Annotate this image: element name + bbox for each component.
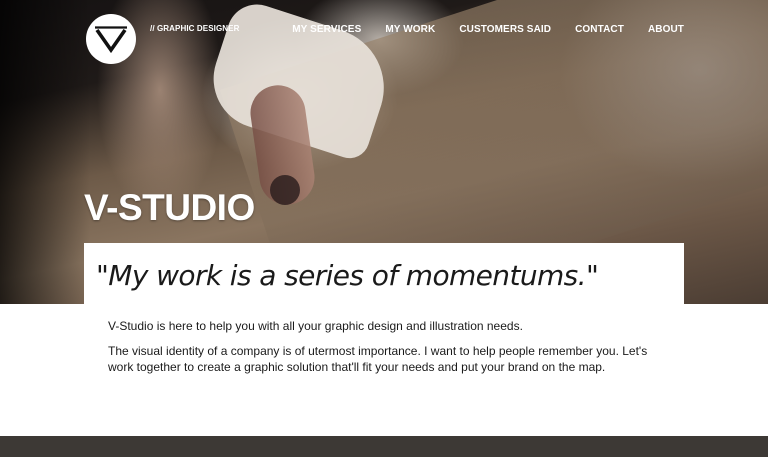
nav-about[interactable]: ABOUT bbox=[648, 24, 684, 35]
intro-text: V-Studio is here to help you with all yo… bbox=[108, 318, 664, 384]
quote-box: "My work is a series of momentums." bbox=[84, 243, 684, 304]
hero-background-ink bbox=[270, 175, 300, 205]
v-logo-icon bbox=[95, 26, 127, 54]
nav-my-services[interactable]: MY SERVICES bbox=[292, 24, 361, 35]
footer-band bbox=[0, 436, 768, 457]
intro-paragraph-2: The visual identity of a company is of u… bbox=[108, 344, 648, 374]
nav-my-work[interactable]: MY WORK bbox=[385, 24, 435, 35]
hero-quote: "My work is a series of momentums." bbox=[96, 259, 599, 292]
logo-link[interactable] bbox=[86, 14, 136, 64]
main-nav: MY SERVICES MY WORK CUSTOMERS SAID CONTA… bbox=[292, 24, 684, 35]
nav-customers-said[interactable]: CUSTOMERS SAID bbox=[459, 24, 551, 35]
site-tagline: // GRAPHIC DESIGNER bbox=[150, 24, 240, 33]
intro-paragraph-1: V-Studio is here to help you with all yo… bbox=[108, 319, 523, 333]
hero-title: V-STUDIO bbox=[84, 187, 255, 228]
nav-contact[interactable]: CONTACT bbox=[575, 24, 624, 35]
hero-background-shadow bbox=[0, 0, 90, 304]
